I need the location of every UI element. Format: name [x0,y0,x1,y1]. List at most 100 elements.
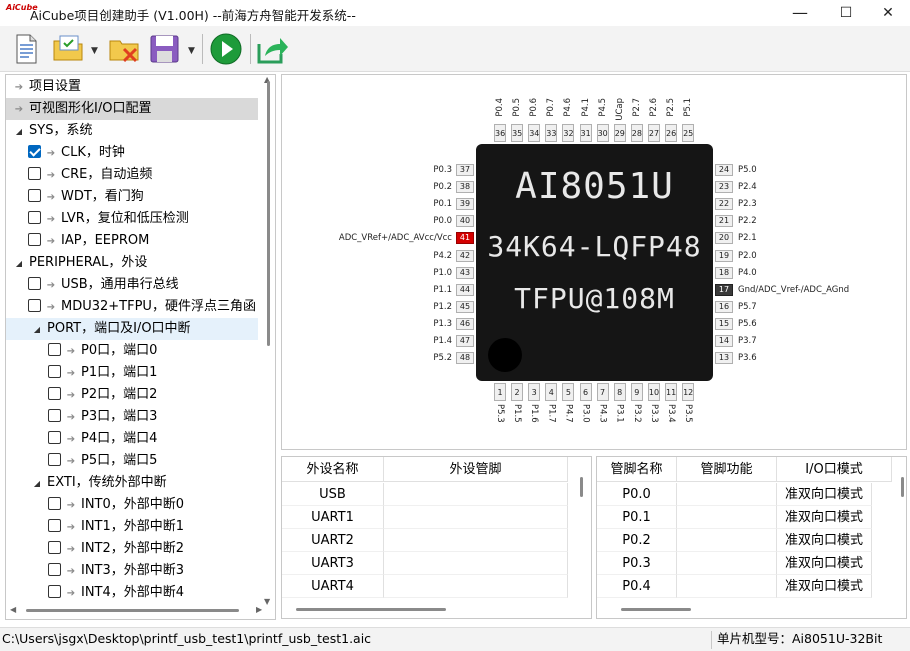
tree-item-port[interactable]: ◢ PORT，端口及I/O口中断 [6,318,258,340]
pin-21[interactable]: 21 [715,215,733,228]
io-mode-cell[interactable]: 准双向口模式 [777,483,872,506]
pin-label-18[interactable]: P4.0 [738,268,757,278]
pin-6[interactable]: 6 [579,383,592,401]
pin-label-8[interactable]: P3.1 [615,404,625,423]
tree-horizontal-scrollbar[interactable] [26,609,239,612]
pin-44[interactable]: 44 [456,283,474,296]
pin-41[interactable]: 41 [456,232,474,245]
pin-8[interactable]: 8 [613,383,626,401]
tree-item-int1[interactable]: ➔ INT1，外部中断1 [6,516,258,538]
pin-13[interactable]: 13 [715,352,733,365]
tree-item-sys[interactable]: ◢ SYS，系统 [6,120,258,142]
vertical-scrollbar[interactable] [580,477,583,497]
expand-triangle-icon[interactable]: ◢ [12,121,26,142]
table-cell[interactable] [677,529,777,552]
pin-26[interactable]: 26 [665,124,677,142]
pin-32[interactable]: 32 [562,124,575,142]
int2-checkbox[interactable] [48,541,61,554]
clk-checkbox[interactable] [28,145,41,158]
minimize-button[interactable]: — [778,0,822,26]
pin-label-16[interactable]: P5.7 [738,302,757,312]
tree-item-p3[interactable]: ➔ P3口，端口3 [6,406,258,428]
pin-35[interactable]: 35 [511,124,524,142]
mdu32-checkbox[interactable] [28,299,41,312]
pin-4[interactable]: 4 [545,383,558,401]
pin-2[interactable]: 2 [511,383,524,401]
io-mode-cell[interactable]: 准双向口模式 [777,552,872,575]
pin-29[interactable]: 29 [613,124,626,142]
column-header[interactable]: 管脚名称 [597,457,677,482]
tree-item-project-settings[interactable]: ➔ 项目设置 [6,76,258,98]
peripheral-table[interactable]: 外设名称 外设管脚 USB UART1 UART2 UART3 UART4 [281,456,592,619]
pin-37[interactable]: 37 [456,164,474,176]
io-mode-cell[interactable]: 准双向口模式 [777,575,872,598]
pin-16[interactable]: 16 [715,300,733,313]
pin-label-6[interactable]: P3.0 [581,404,591,423]
table-cell[interactable]: P0.2 [597,529,677,552]
lvr-checkbox[interactable] [28,211,41,224]
table-cell[interactable]: UART4 [282,575,384,598]
scroll-down-arrow-icon[interactable]: ▼ [264,597,270,606]
pin-14[interactable]: 14 [715,335,733,347]
pin-10[interactable]: 10 [647,383,660,401]
pin-label-39[interactable]: P0.1 [433,199,452,209]
export-icon[interactable] [255,32,289,66]
tree-item-visual-io-config[interactable]: ➔ 可视图形化I/O口配置 [6,98,258,120]
config-tree[interactable]: ➔ 项目设置 ➔ 可视图形化I/O口配置 ◢ SYS，系统 ➔ CLK，时钟 ➔ CRE，… [5,74,276,620]
expand-triangle-icon[interactable]: ◢ [30,319,44,340]
pin-label-46[interactable]: P1.3 [433,319,452,329]
pin-label-42[interactable]: P4.2 [433,251,452,261]
pin-18[interactable]: 18 [715,266,733,279]
table-cell[interactable]: UART3 [282,552,384,575]
p2-checkbox[interactable] [48,387,61,400]
pin-33[interactable]: 33 [545,124,558,142]
tree-item-usb[interactable]: ➔ USB，通用串行总线 [6,274,258,296]
int1-checkbox[interactable] [48,519,61,532]
expand-triangle-icon[interactable]: ◢ [12,253,26,274]
pin-31[interactable]: 31 [579,124,592,142]
cre-checkbox[interactable] [28,167,41,180]
table-cell[interactable] [384,552,568,575]
p0-checkbox[interactable] [48,343,61,356]
pin-48[interactable]: 48 [456,352,474,365]
pin-17[interactable]: 17 [715,283,733,296]
pin-23[interactable]: 23 [715,181,733,194]
pin-label-19[interactable]: P2.0 [738,251,757,261]
pin-27[interactable]: 27 [647,124,660,142]
pin-36[interactable]: 36 [494,124,506,142]
table-cell[interactable]: P0.4 [597,575,677,598]
table-cell[interactable] [677,575,777,598]
pin-label-28[interactable]: P2.7 [632,98,642,117]
io-mode-cell[interactable]: 准双向口模式 [777,506,872,529]
wdt-checkbox[interactable] [28,189,41,202]
pin-label-32[interactable]: P4.6 [563,98,573,117]
save-icon[interactable] [148,32,182,66]
int0-checkbox[interactable] [48,497,61,510]
table-cell[interactable] [677,506,777,529]
tree-item-int4[interactable]: ➔ INT4，外部中断4 [6,582,258,604]
tree-item-p5[interactable]: ➔ P5口，端口5 [6,450,258,472]
tree-item-exti[interactable]: ◢ EXTI，传统外部中断 [6,472,258,494]
pin-7[interactable]: 7 [596,383,609,401]
tree-item-mdu32[interactable]: ➔ MDU32+TFPU，硬件浮点三角函 [6,296,258,318]
run-icon[interactable] [209,32,243,66]
table-cell[interactable] [384,506,568,529]
pin-label-43[interactable]: P1.0 [433,268,452,278]
pin-label-17[interactable]: Gnd/ADC_Vref-/ADC_AGnd [738,285,849,295]
pin-label-4[interactable]: P1.7 [546,404,556,423]
iap-checkbox[interactable] [28,233,41,246]
vertical-scrollbar[interactable] [901,477,904,497]
pin-46[interactable]: 46 [456,317,474,330]
pin-45[interactable]: 45 [456,300,474,313]
pin-label-31[interactable]: P4.1 [581,98,591,117]
pin-12[interactable]: 12 [682,383,695,401]
column-header[interactable]: 外设管脚 [384,457,568,482]
tree-item-int0[interactable]: ➔ INT0，外部中断0 [6,494,258,516]
pin-label-7[interactable]: P4.3 [598,404,608,423]
pin-label-40[interactable]: P0.0 [433,216,452,226]
column-header[interactable]: 外设名称 [282,457,384,482]
tree-item-wdt[interactable]: ➔ WDT，看门狗 [6,186,258,208]
maximize-button[interactable]: ☐ [824,0,868,26]
usb-checkbox[interactable] [28,277,41,290]
pin-25[interactable]: 25 [682,124,695,142]
